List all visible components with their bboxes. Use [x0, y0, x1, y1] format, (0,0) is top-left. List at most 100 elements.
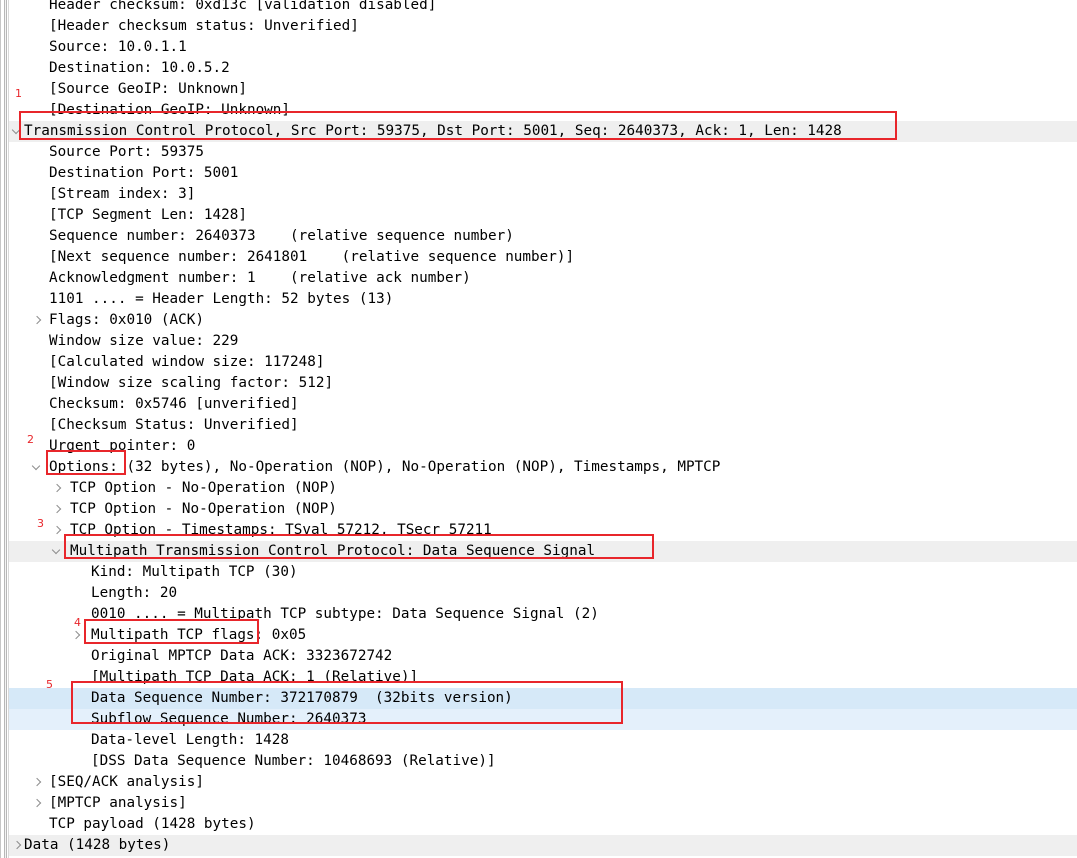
tree-row-label: [Calculated window size: 117248] — [49, 354, 325, 370]
tree-row-tcp-flags[interactable]: Flags: 0x010 (ACK) — [0, 310, 1077, 331]
tree-row-tcp-mptcp-analysis[interactable]: [MPTCP analysis] — [0, 793, 1077, 814]
tree-row-label: Source Port: 59375 — [49, 144, 204, 160]
chevron-down-icon[interactable] — [11, 121, 24, 142]
tree-row-tcp-option-nop-2[interactable]: TCP Option - No-Operation (NOP) — [0, 499, 1077, 520]
tree-row-label: TCP Option - No-Operation (NOP) — [70, 501, 337, 517]
tree-row-label: TCP Option - No-Operation (NOP) — [70, 480, 337, 496]
tree-row-mptcp-length[interactable]: Length: 20 — [0, 583, 1077, 604]
tree-row-label: 1101 .... = Header Length: 52 bytes (13) — [49, 291, 394, 307]
tree-row-tcp-calculated-window-size[interactable]: [Calculated window size: 117248] — [0, 352, 1077, 373]
tree-row-label: [SEQ/ACK analysis] — [49, 774, 204, 790]
tree-row-label: [MPTCP analysis] — [49, 795, 187, 811]
tree-row-label: Flags: 0x010 (ACK) — [49, 312, 204, 328]
tree-row-label: Sequence number: 2640373 (relative seque… — [49, 228, 514, 244]
tree-row-tcp-payload[interactable]: TCP payload (1428 bytes) — [0, 814, 1077, 835]
chevron-glyph — [31, 461, 41, 471]
tree-row-label: Length: 20 — [91, 585, 178, 601]
tree-row-tcp-protocol[interactable]: Transmission Control Protocol, Src Port:… — [0, 121, 1077, 142]
chevron-right-icon[interactable] — [52, 478, 64, 499]
tree-row-tcp-checksum[interactable]: Checksum: 0x5746 [unverified] — [0, 394, 1077, 415]
tree-row-label: Data (1428 bytes) — [24, 837, 171, 853]
tree-row-ip-header-checksum[interactable]: Header checksum: 0xd13c [validation disa… — [0, 0, 1077, 16]
tree-row-mptcp-flags[interactable]: Multipath TCP flags: 0x05 — [0, 625, 1077, 646]
tree-row-label: Multipath TCP flags: 0x05 — [91, 627, 307, 643]
tree-row-label: [Destination GeoIP: Unknown] — [49, 102, 291, 118]
tree-row-tcp-stream-index[interactable]: [Stream index: 3] — [0, 184, 1077, 205]
chevron-down-icon[interactable] — [31, 457, 44, 478]
tree-row-mptcp-kind[interactable]: Kind: Multipath TCP (30) — [0, 562, 1077, 583]
tree-row-label: Data Sequence Number: 372170879 (32bits … — [91, 690, 513, 706]
tree-row-label: [Next sequence number: 2641801 (relative… — [49, 249, 575, 265]
chevron-down-icon[interactable] — [51, 541, 64, 562]
tree-row-tcp-option-nop-1[interactable]: TCP Option - No-Operation (NOP) — [0, 478, 1077, 499]
tree-row-tcp-options[interactable]: Options: (32 bytes), No-Operation (NOP),… — [0, 457, 1077, 478]
tree-row-ip-destination[interactable]: Destination: 10.0.5.2 — [0, 58, 1077, 79]
chevron-glyph — [11, 125, 21, 135]
tree-row-tcp-urgent-pointer[interactable]: Urgent pointer: 0 — [0, 436, 1077, 457]
tree-row-label: [Checksum Status: Unverified] — [49, 417, 299, 433]
tree-row-tcp-source-port[interactable]: Source Port: 59375 — [0, 142, 1077, 163]
chevron-glyph — [71, 630, 81, 640]
chevron-glyph — [52, 525, 62, 535]
tree-row-label: Source: 10.0.1.1 — [49, 39, 187, 55]
tree-row-label: [Stream index: 3] — [49, 186, 196, 202]
tree-row-mptcp-dss-option[interactable]: Multipath Transmission Control Protocol:… — [0, 541, 1077, 562]
tree-row-tcp-next-sequence-number[interactable]: [Next sequence number: 2641801 (relative… — [0, 247, 1077, 268]
tree-row-tcp-destination-port[interactable]: Destination Port: 5001 — [0, 163, 1077, 184]
tree-row-ip-source-geoip[interactable]: [Source GeoIP: Unknown] — [0, 79, 1077, 100]
tree-row-tcp-segment-len[interactable]: [TCP Segment Len: 1428] — [0, 205, 1077, 226]
tree-row-tcp-window-size-value[interactable]: Window size value: 229 — [0, 331, 1077, 352]
pane-scroll-gutter[interactable] — [0, 0, 9, 858]
chevron-glyph — [32, 777, 42, 787]
tree-row-label: Subflow Sequence Number: 2640373 — [91, 711, 367, 727]
tree-row-tcp-option-timestamps[interactable]: TCP Option - Timestamps: TSval 57212, TS… — [0, 520, 1077, 541]
tree-row-label: Destination Port: 5001 — [49, 165, 239, 181]
tree-row-ip-source[interactable]: Source: 10.0.1.1 — [0, 37, 1077, 58]
chevron-right-icon[interactable] — [32, 310, 44, 331]
tree-row-label: TCP payload (1428 bytes) — [49, 816, 256, 832]
chevron-glyph — [51, 545, 61, 555]
chevron-glyph — [52, 483, 62, 493]
tree-row-label: 0010 .... = Multipath TCP subtype: Data … — [91, 606, 599, 622]
tree-row-tcp-sequence-number[interactable]: Sequence number: 2640373 (relative seque… — [0, 226, 1077, 247]
chevron-right-icon[interactable] — [52, 499, 64, 520]
tree-row-mptcp-data-level-length[interactable]: Data-level Length: 1428 — [0, 730, 1077, 751]
tree-row-tcp-header-length[interactable]: 1101 .... = Header Length: 52 bytes (13) — [0, 289, 1077, 310]
tree-row-mptcp-original-data-ack[interactable]: Original MPTCP Data ACK: 3323672742 — [0, 646, 1077, 667]
tree-row-mptcp-dss-relative[interactable]: [DSS Data Sequence Number: 10468693 (Rel… — [0, 751, 1077, 772]
tree-row-label: Original MPTCP Data ACK: 3323672742 — [91, 648, 393, 664]
tree-row-mptcp-data-sequence-number[interactable]: Data Sequence Number: 372170879 (32bits … — [0, 688, 1077, 709]
tree-row-mptcp-subtype[interactable]: 0010 .... = Multipath TCP subtype: Data … — [0, 604, 1077, 625]
tree-row-label: [DSS Data Sequence Number: 10468693 (Rel… — [91, 753, 496, 769]
tree-row-label: TCP Option - Timestamps: TSval 57212, TS… — [70, 522, 492, 538]
tree-row-label: [Source GeoIP: Unknown] — [49, 81, 247, 97]
tree-row-label: Options: (32 bytes), No-Operation (NOP),… — [49, 459, 721, 475]
chevron-glyph — [32, 798, 42, 808]
tree-row-tcp-acknowledgment-number[interactable]: Acknowledgment number: 1 (relative ack n… — [0, 268, 1077, 289]
tree-row-tcp-checksum-status[interactable]: [Checksum Status: Unverified] — [0, 415, 1077, 436]
tree-row-data-protocol[interactable]: Data (1428 bytes) — [0, 835, 1077, 856]
tree-row-label: Transmission Control Protocol, Src Port:… — [24, 123, 842, 139]
tree-row-label: Acknowledgment number: 1 (relative ack n… — [49, 270, 471, 286]
chevron-right-icon[interactable] — [32, 772, 44, 793]
chevron-right-icon[interactable] — [71, 625, 83, 646]
tree-row-ip-destination-geoip[interactable]: [Destination GeoIP: Unknown] — [0, 100, 1077, 121]
tree-row-mptcp-data-ack-relative[interactable]: [Multipath TCP Data ACK: 1 (Relative)] — [0, 667, 1077, 688]
tree-row-ip-header-checksum-status[interactable]: [Header checksum status: Unverified] — [0, 16, 1077, 37]
tree-row-label: [Multipath TCP Data ACK: 1 (Relative)] — [91, 669, 419, 685]
chevron-right-icon[interactable] — [52, 520, 64, 541]
tree-row-label: Checksum: 0x5746 [unverified] — [49, 396, 299, 412]
vertical-scrollbar-track[interactable] — [4, 0, 7, 858]
tree-row-label: Data-level Length: 1428 — [91, 732, 289, 748]
tree-row-tcp-window-scaling-factor[interactable]: [Window size scaling factor: 512] — [0, 373, 1077, 394]
tree-row-mptcp-subflow-sequence-number[interactable]: Subflow Sequence Number: 2640373 — [0, 709, 1077, 730]
chevron-right-icon[interactable] — [32, 793, 44, 814]
chevron-right-icon[interactable] — [12, 835, 24, 856]
tree-row-label: Window size value: 229 — [49, 333, 239, 349]
chevron-glyph — [12, 840, 22, 850]
tree-row-label: Header checksum: 0xd13c [validation disa… — [49, 0, 437, 13]
tree-row-label: Destination: 10.0.5.2 — [49, 60, 230, 76]
tree-row-tcp-seq-ack-analysis[interactable]: [SEQ/ACK analysis] — [0, 772, 1077, 793]
tree-row-label: Urgent pointer: 0 — [49, 438, 196, 454]
tree-row-label: Kind: Multipath TCP (30) — [91, 564, 298, 580]
